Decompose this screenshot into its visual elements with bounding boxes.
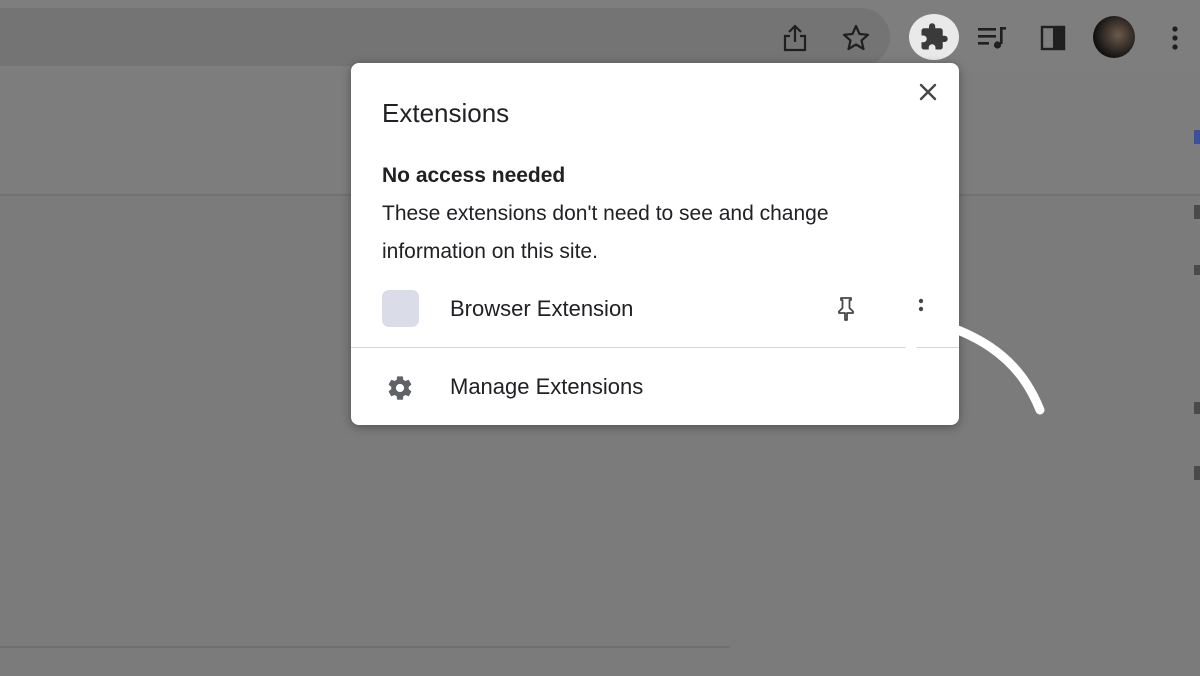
puzzle-icon (921, 23, 948, 50)
extension-name[interactable]: Browser Extension (450, 296, 633, 322)
side-panel-glyph (1040, 25, 1066, 51)
profile-avatar[interactable] (1093, 16, 1135, 58)
extension-icon (382, 290, 419, 327)
section-description: These extensions don't need to see and c… (382, 202, 829, 263)
extensions-puzzle-icon[interactable] (909, 14, 959, 60)
star-icon-glyph (842, 24, 870, 51)
annotation-arrow-icon (875, 275, 1045, 415)
share-icon[interactable] (773, 16, 817, 60)
pin-icon (838, 297, 854, 321)
bookmark-star-icon[interactable] (834, 16, 878, 60)
section-heading: No access needed (382, 164, 566, 187)
playlist-icon-glyph (978, 27, 1006, 49)
share-icon-glyph (783, 24, 807, 52)
page-edge-fragment (1194, 130, 1200, 144)
more-menu-icon[interactable] (1153, 16, 1197, 60)
address-bar[interactable] (0, 8, 890, 66)
page-edge-fragment (1194, 205, 1200, 219)
gear-icon (388, 376, 412, 400)
pin-button[interactable] (829, 292, 863, 326)
close-button[interactable] (913, 77, 943, 107)
reading-list-icon[interactable] (970, 16, 1014, 60)
more-vert-glyph (1172, 26, 1178, 50)
close-icon (919, 83, 937, 101)
page-edge-fragment (1194, 402, 1200, 414)
page-edge-fragment (1194, 265, 1200, 275)
page-divider (0, 646, 730, 648)
page-edge-fragment (1194, 466, 1200, 480)
manage-extensions-label[interactable]: Manage Extensions (450, 374, 643, 400)
popup-title: Extensions (382, 98, 510, 128)
side-panel-icon[interactable] (1031, 16, 1075, 60)
